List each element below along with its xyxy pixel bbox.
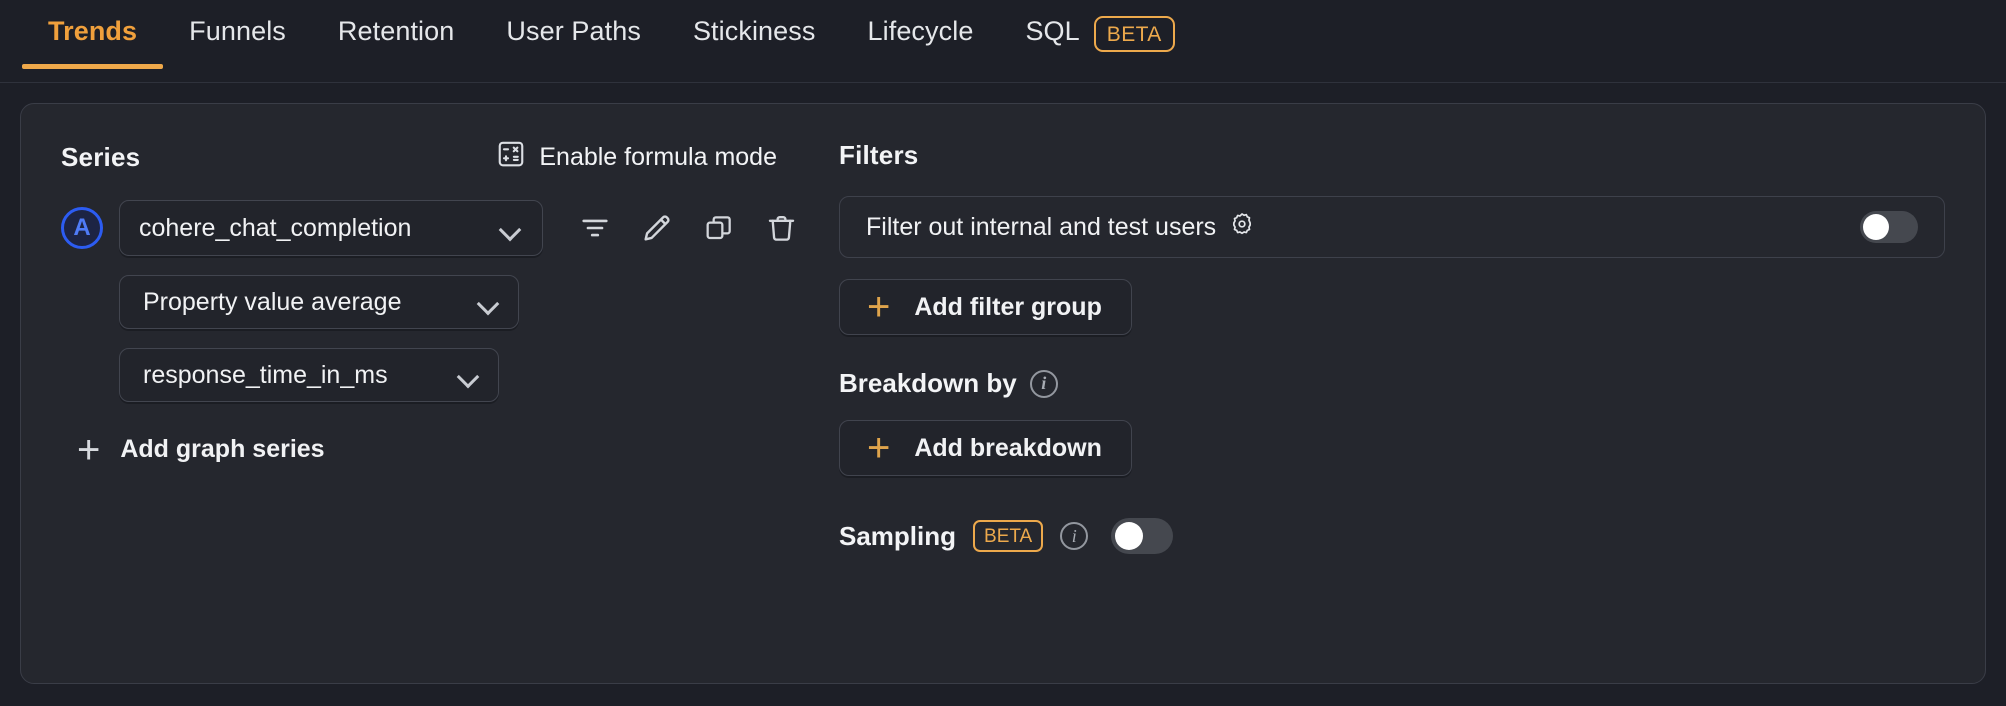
tab-label: Funnels bbox=[189, 16, 286, 46]
plus-icon: + bbox=[867, 426, 891, 470]
series-row-a: A cohere_chat_completion bbox=[61, 200, 801, 256]
add-breakdown-button[interactable]: + Add breakdown bbox=[839, 420, 1132, 476]
enable-formula-mode-button[interactable]: Enable formula mode bbox=[496, 139, 777, 176]
tab-label: SQL bbox=[1025, 16, 1080, 46]
tab-label: Trends bbox=[48, 16, 138, 46]
series-header: Series Enable formula mode bbox=[61, 140, 801, 174]
tab-sql[interactable]: SQL BETA bbox=[999, 0, 1200, 78]
property-select-value: response_time_in_ms bbox=[143, 360, 388, 389]
sampling-label: Sampling bbox=[839, 520, 957, 551]
series-actions bbox=[575, 208, 801, 248]
internal-users-filter-text: Filter out internal and test users bbox=[866, 211, 1255, 244]
add-filter-group-label: Add filter group bbox=[914, 292, 1102, 321]
tab-label: Stickiness bbox=[692, 16, 816, 46]
series-title: Series bbox=[61, 141, 141, 172]
chevron-down-icon bbox=[478, 296, 500, 308]
property-select[interactable]: response_time_in_ms bbox=[119, 348, 499, 402]
tab-funnels[interactable]: Funnels bbox=[163, 0, 312, 78]
info-icon[interactable]: i bbox=[1029, 369, 1058, 398]
series-letter-badge[interactable]: A bbox=[61, 207, 103, 249]
enable-formula-mode-label: Enable formula mode bbox=[539, 142, 777, 171]
tab-user-paths[interactable]: User Paths bbox=[480, 0, 667, 78]
tab-label: User Paths bbox=[506, 16, 641, 46]
plus-icon: + bbox=[867, 285, 891, 329]
delete-icon[interactable] bbox=[761, 208, 801, 248]
tab-label: Retention bbox=[337, 16, 455, 46]
beta-badge: BETA bbox=[973, 520, 1044, 552]
internal-users-filter-row: Filter out internal and test users bbox=[839, 196, 1945, 258]
breakdown-title-row: Breakdown by i bbox=[839, 368, 1945, 399]
event-select[interactable]: cohere_chat_completion bbox=[119, 200, 543, 256]
chevron-down-icon bbox=[458, 369, 480, 381]
add-graph-series-label: Add graph series bbox=[120, 435, 325, 463]
series-column: Series Enable formula mode A cohere_chat… bbox=[61, 140, 801, 683]
filters-column: Filters Filter out internal and test use… bbox=[801, 140, 1945, 683]
info-icon[interactable]: i bbox=[1060, 522, 1089, 550]
sampling-toggle[interactable] bbox=[1111, 518, 1174, 554]
math-select[interactable]: Property value average bbox=[119, 275, 519, 329]
toggle-knob bbox=[1115, 522, 1144, 550]
breakdown-title: Breakdown by bbox=[839, 368, 1017, 398]
calculator-icon bbox=[496, 139, 526, 176]
gear-icon[interactable] bbox=[1229, 211, 1255, 244]
filter-icon[interactable] bbox=[575, 208, 615, 248]
tab-stickiness[interactable]: Stickiness bbox=[667, 0, 842, 78]
add-breakdown-label: Add breakdown bbox=[914, 433, 1102, 462]
tab-lifecycle[interactable]: Lifecycle bbox=[842, 0, 1000, 78]
chevron-down-icon bbox=[500, 222, 522, 234]
duplicate-icon[interactable] bbox=[699, 208, 739, 248]
tab-trends[interactable]: Trends bbox=[22, 0, 164, 78]
edit-icon[interactable] bbox=[637, 208, 677, 248]
internal-users-filter-toggle[interactable] bbox=[1860, 211, 1918, 243]
plus-icon: + bbox=[77, 427, 101, 472]
tab-label: Lifecycle bbox=[867, 16, 974, 46]
sampling-row: Sampling BETA i bbox=[839, 518, 1945, 554]
insight-config-card: Series Enable formula mode A cohere_chat… bbox=[20, 103, 1986, 684]
math-select-value: Property value average bbox=[143, 287, 402, 316]
tab-retention[interactable]: Retention bbox=[312, 0, 480, 78]
analysis-tab-bar: Trends Funnels Retention User Paths Stic… bbox=[0, 0, 2006, 83]
add-filter-group-button[interactable]: + Add filter group bbox=[839, 279, 1132, 335]
beta-badge: BETA bbox=[1093, 16, 1175, 52]
internal-users-filter-label: Filter out internal and test users bbox=[866, 212, 1217, 241]
add-graph-series-button[interactable]: + Add graph series bbox=[77, 427, 325, 472]
toggle-knob bbox=[1863, 214, 1889, 240]
event-select-value: cohere_chat_completion bbox=[139, 213, 412, 242]
filters-title: Filters bbox=[839, 140, 919, 170]
